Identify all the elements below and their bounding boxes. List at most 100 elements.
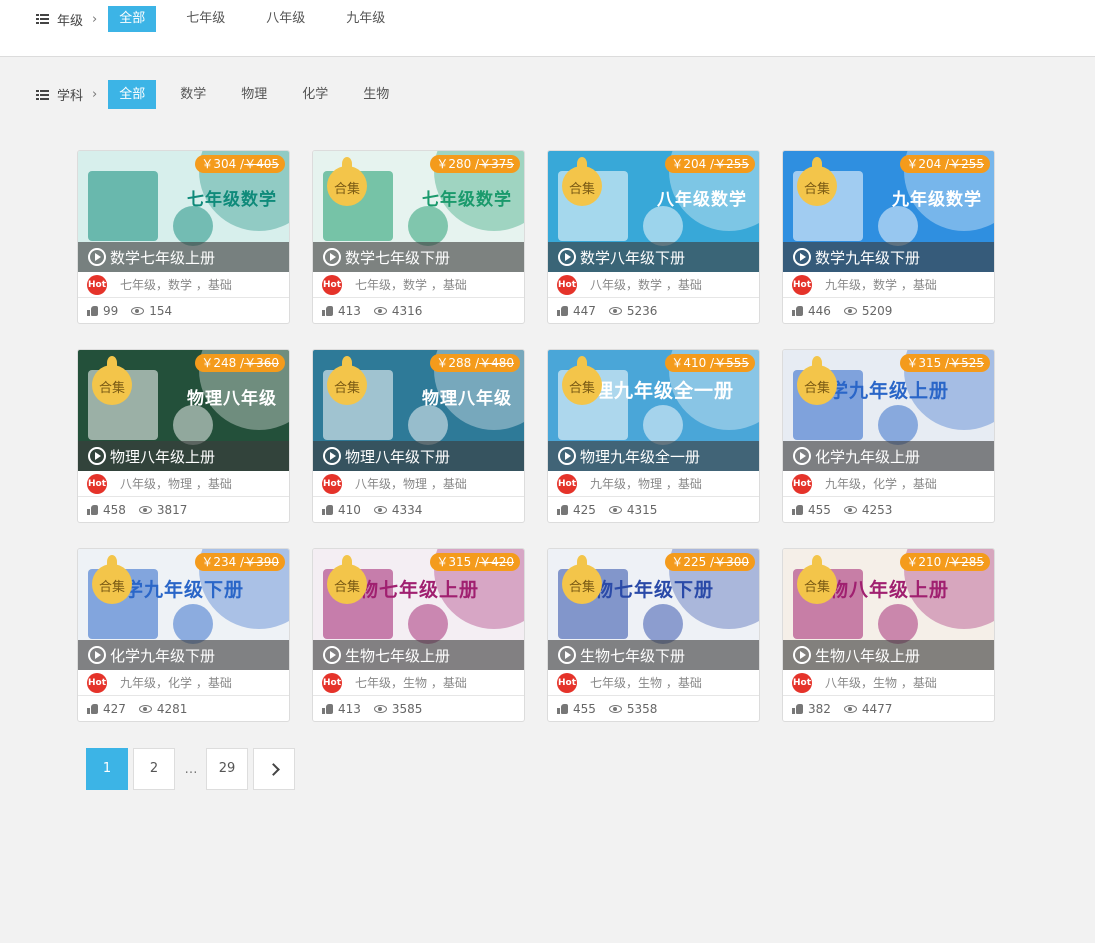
- course-thumbnail[interactable]: 九年级数学 合集 ￥204 /￥255 数学九年级下册: [783, 151, 994, 272]
- course-card[interactable]: 生物八年级上册 合集 ￥210 /￥285 生物八年级上册 Hot 八年级，生物 ，基础 3…: [782, 548, 995, 722]
- course-meta: Hot 八年级，物理 ，基础: [78, 471, 289, 497]
- grade-option-8[interactable]: 八年级: [255, 6, 316, 32]
- course-thumbnail[interactable]: 物理九年级全一册 合集 ￥410 /￥555 物理九年级全一册: [548, 350, 759, 471]
- course-title[interactable]: 生物七年级下册: [580, 645, 685, 666]
- course-thumbnail[interactable]: 化学九年级上册 合集 ￥315 /￥525 化学九年级上册: [783, 350, 994, 471]
- grade-option-7[interactable]: 七年级: [175, 6, 236, 32]
- play-icon[interactable]: [323, 248, 341, 266]
- thumbs-up-icon[interactable]: [322, 704, 333, 714]
- play-icon[interactable]: [558, 248, 576, 266]
- course-card[interactable]: 物理八年级 合集 ￥248 /￥360 物理八年级上册 Hot 八年级，物理 ，基础 458…: [77, 349, 290, 523]
- price-tag: ￥210 /￥285: [900, 553, 990, 571]
- page-button-2[interactable]: 2: [133, 748, 175, 790]
- course-title[interactable]: 化学九年级下册: [110, 645, 215, 666]
- course-caption[interactable]: 物理八年级下册: [313, 441, 524, 471]
- thumbs-up-icon[interactable]: [792, 505, 803, 515]
- course-tags: 九年级，化学 ，基础: [120, 676, 232, 690]
- next-page-icon[interactable]: [253, 748, 295, 790]
- subject-option-biology[interactable]: 生物: [352, 80, 400, 109]
- course-card[interactable]: 七年级数学 合集 ￥280 /￥375 数学七年级下册 Hot 七年级，数学 ，基础 413…: [312, 150, 525, 324]
- play-icon[interactable]: [323, 646, 341, 664]
- course-caption[interactable]: 数学七年级上册: [78, 242, 289, 272]
- course-thumbnail[interactable]: 化学九年级下册 合集 ￥234 /￥390 化学九年级下册: [78, 549, 289, 670]
- thumbs-up-icon[interactable]: [322, 306, 333, 316]
- thumbs-up-icon[interactable]: [322, 505, 333, 515]
- play-icon[interactable]: [88, 447, 106, 465]
- course-caption[interactable]: 物理八年级上册: [78, 441, 289, 471]
- thumbs-up-icon[interactable]: [87, 505, 98, 515]
- course-thumbnail[interactable]: 生物七年级下册 合集 ￥225 /￥300 生物七年级下册: [548, 549, 759, 670]
- thumbs-up-icon[interactable]: [557, 505, 568, 515]
- thumbs-up-icon[interactable]: [557, 704, 568, 714]
- play-icon[interactable]: [88, 646, 106, 664]
- thumbs-up-icon[interactable]: [87, 306, 98, 316]
- subject-option-all[interactable]: 全部: [108, 80, 157, 109]
- page-button-1[interactable]: 1: [86, 748, 128, 790]
- course-caption[interactable]: 生物八年级上册: [783, 640, 994, 670]
- course-caption[interactable]: 物理九年级全一册: [548, 441, 759, 471]
- course-card[interactable]: 化学九年级上册 合集 ￥315 /￥525 化学九年级上册 Hot 九年级，化学 ，基础 4…: [782, 349, 995, 523]
- course-card[interactable]: 八年级数学 合集 ￥204 /￥255 数学八年级下册 Hot 八年级，数学 ，基础 447…: [547, 150, 760, 324]
- cover-title: 八年级数学: [657, 190, 747, 210]
- play-icon[interactable]: [323, 447, 341, 465]
- play-icon[interactable]: [558, 646, 576, 664]
- course-stats: 447 5236: [548, 298, 759, 323]
- course-caption[interactable]: 数学九年级下册: [783, 242, 994, 272]
- course-caption[interactable]: 生物七年级上册: [313, 640, 524, 670]
- course-caption[interactable]: 数学八年级下册: [548, 242, 759, 272]
- course-stats: 455 5358: [548, 696, 759, 721]
- play-icon[interactable]: [793, 646, 811, 664]
- play-icon[interactable]: [88, 248, 106, 266]
- cover-title: 九年级数学: [892, 190, 982, 210]
- hot-icon: Hot: [322, 274, 342, 295]
- grade-option-all[interactable]: 全部: [108, 6, 157, 32]
- course-thumbnail[interactable]: 物理八年级 合集 ￥288 /￥480 物理八年级下册: [313, 350, 524, 471]
- thumbs-up-icon[interactable]: [87, 704, 98, 714]
- page-ellipsis: …: [184, 761, 198, 777]
- course-card[interactable]: 生物七年级下册 合集 ￥225 /￥300 生物七年级下册 Hot 七年级，生物 ，基础 4…: [547, 548, 760, 722]
- course-title[interactable]: 物理八年级上册: [110, 446, 215, 467]
- course-caption[interactable]: 数学七年级下册: [313, 242, 524, 272]
- course-card[interactable]: 物理八年级 合集 ￥288 /￥480 物理八年级下册 Hot 八年级，物理 ，基础 410…: [312, 349, 525, 523]
- course-thumbnail[interactable]: 八年级数学 合集 ￥204 /￥255 数学八年级下册: [548, 151, 759, 272]
- course-thumbnail[interactable]: 生物八年级上册 合集 ￥210 /￥285 生物八年级上册: [783, 549, 994, 670]
- play-icon[interactable]: [793, 447, 811, 465]
- course-stats: 99 154: [78, 298, 289, 323]
- course-title[interactable]: 生物七年级上册: [345, 645, 450, 666]
- grade-option-9[interactable]: 九年级: [335, 6, 396, 32]
- page-button-last[interactable]: 29: [206, 748, 248, 790]
- hot-icon: Hot: [87, 274, 107, 295]
- course-title[interactable]: 数学七年级下册: [345, 247, 450, 268]
- course-title[interactable]: 数学七年级上册: [110, 247, 215, 268]
- course-thumbnail[interactable]: 七年级数学 合集 ￥280 /￥375 数学七年级下册: [313, 151, 524, 272]
- thumbs-up-icon[interactable]: [792, 704, 803, 714]
- course-thumbnail[interactable]: 生物七年级上册 合集 ￥315 /￥420 生物七年级上册: [313, 549, 524, 670]
- subject-option-math[interactable]: 数学: [169, 80, 217, 109]
- course-caption[interactable]: 化学九年级下册: [78, 640, 289, 670]
- thumbs-up-icon[interactable]: [792, 306, 803, 316]
- course-title[interactable]: 数学九年级下册: [815, 247, 920, 268]
- course-title[interactable]: 生物八年级上册: [815, 645, 920, 666]
- course-caption[interactable]: 化学九年级上册: [783, 441, 994, 471]
- play-icon[interactable]: [558, 447, 576, 465]
- course-title[interactable]: 数学八年级下册: [580, 247, 685, 268]
- thumbs-up-icon[interactable]: [557, 306, 568, 316]
- play-icon[interactable]: [793, 248, 811, 266]
- course-card[interactable]: 化学九年级下册 合集 ￥234 /￥390 化学九年级下册 Hot 九年级，化学 ，基础 4…: [77, 548, 290, 722]
- collection-badge-label: 合集: [98, 381, 125, 396]
- view-count: 154: [149, 304, 173, 318]
- hot-icon: Hot: [557, 473, 577, 494]
- course-title[interactable]: 物理九年级全一册: [580, 446, 700, 467]
- course-title[interactable]: 化学九年级上册: [815, 446, 920, 467]
- course-caption[interactable]: 生物七年级下册: [548, 640, 759, 670]
- course-card[interactable]: 九年级数学 合集 ￥204 /￥255 数学九年级下册 Hot 九年级，数学 ，基础 446…: [782, 150, 995, 324]
- course-title[interactable]: 物理八年级下册: [345, 446, 450, 467]
- subject-option-chemistry[interactable]: 化学: [291, 80, 339, 109]
- course-card[interactable]: 七年级数学 ￥304 /￥405 数学七年级上册 Hot 七年级，数学 ，基础 99 154: [77, 150, 290, 324]
- course-tags: 七年级，数学 ，基础: [355, 278, 467, 292]
- course-card[interactable]: 生物七年级上册 合集 ￥315 /￥420 生物七年级上册 Hot 七年级，生物 ，基础 4…: [312, 548, 525, 722]
- subject-option-physics[interactable]: 物理: [230, 80, 278, 109]
- course-thumbnail[interactable]: 七年级数学 ￥304 /￥405 数学七年级上册: [78, 151, 289, 272]
- course-thumbnail[interactable]: 物理八年级 合集 ￥248 /￥360 物理八年级上册: [78, 350, 289, 471]
- course-card[interactable]: 物理九年级全一册 合集 ￥410 /￥555 物理九年级全一册 Hot 九年级，物理 ，基…: [547, 349, 760, 523]
